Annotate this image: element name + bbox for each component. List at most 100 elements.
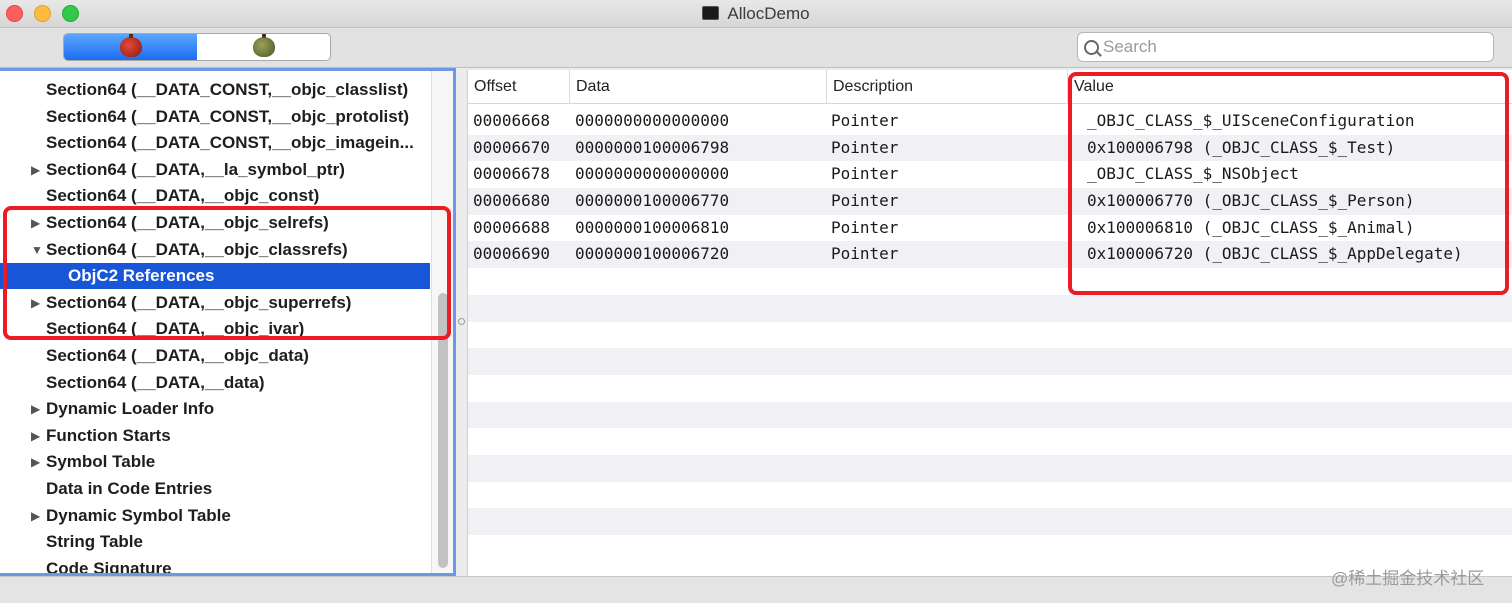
divider-handle-icon xyxy=(458,318,465,325)
outline-item[interactable]: Section64 (__DATA,__objc_data) xyxy=(0,343,430,369)
table-body: 00006668 0000000000000000 Pointer _OBJC_CLA… xyxy=(468,108,1512,562)
empty-table-row xyxy=(468,401,1512,429)
outline-item[interactable]: ▶ Dynamic Loader Info xyxy=(0,396,430,422)
column-header-value[interactable]: Value xyxy=(1067,70,1512,104)
outline-item[interactable]: Section64 (__DATA_CONST,__objc_classlist… xyxy=(0,77,430,103)
empty-table-row xyxy=(468,508,1512,535)
cell-description: Pointer xyxy=(831,111,899,130)
outline-item-label: Section64 (__DATA,__objc_selrefs) xyxy=(46,213,329,232)
table-row[interactable]: 00006688 0000000100006810 Pointer 0x1000068… xyxy=(468,215,1512,242)
cell-offset: 00006688 xyxy=(473,217,551,237)
outline-item[interactable]: Data in Code Entries xyxy=(0,476,430,502)
green-apple-icon xyxy=(252,34,275,57)
outline-item[interactable]: ▶ Section64 (__DATA,__la_symbol_ptr) xyxy=(0,157,430,183)
cell-description: Pointer xyxy=(831,191,899,211)
empty-table-row xyxy=(468,294,1512,322)
cell-data: 0000000100006770 xyxy=(575,191,730,211)
outline-item[interactable]: ▶ Section64 (__DATA,__objc_superrefs) xyxy=(0,290,430,316)
outline-panel: Section64 (__DATA_CONST,__objc_classlist… xyxy=(0,68,456,576)
empty-table-row xyxy=(468,454,1512,482)
column-header-data[interactable]: Data xyxy=(569,70,826,104)
outline-item-label: Section64 (__DATA_CONST,__objc_imagein..… xyxy=(46,133,414,153)
table-row[interactable]: 00006668 0000000000000000 Pointer _OBJC_CLA… xyxy=(468,108,1512,135)
outline-item-label: Symbol Table xyxy=(46,452,156,472)
outline-item-label: Section64 (__DATA,__objc_const) xyxy=(46,186,320,206)
empty-table-row xyxy=(468,322,1512,349)
cell-value: 0x100006798 (_OBJC_CLASS_$_Test) xyxy=(1087,137,1396,157)
toolbar xyxy=(0,28,1512,68)
window-title: AllocDemo xyxy=(727,4,810,23)
outline-item-label: Section64 (__DATA,__objc_data) xyxy=(46,346,309,365)
outline-item[interactable]: ▶ Dynamic Symbol Table xyxy=(0,503,430,529)
column-header-description[interactable]: Description xyxy=(826,70,1067,104)
outline-item-label: Section64 (__DATA,__la_symbol_ptr) xyxy=(46,159,345,179)
outline-item-label: Function Starts xyxy=(46,425,171,445)
column-header-offset[interactable]: Offset xyxy=(468,70,569,104)
cell-data: 0000000000000000 xyxy=(575,111,730,130)
table-row[interactable]: 00006690 0000000100006720 Pointer 0x1000067… xyxy=(468,241,1512,269)
disclosure-collapsed-icon[interactable]: ▶ xyxy=(31,455,40,469)
empty-table-row xyxy=(468,375,1512,402)
empty-table-row xyxy=(468,482,1512,509)
cell-data: 0000000100006798 xyxy=(575,137,730,157)
outline-item-label: Section64 (__DATA,__objc_classrefs) xyxy=(46,239,348,259)
segment-red-apple[interactable] xyxy=(64,34,197,60)
search-input[interactable] xyxy=(1103,37,1483,57)
mode-segmented-control xyxy=(63,33,331,61)
outline-item[interactable]: Section64 (__DATA,__objc_const) xyxy=(0,183,430,209)
outline-item-label: Section64 (__DATA,__data) xyxy=(46,372,265,392)
disclosure-collapsed-icon[interactable]: ▶ xyxy=(31,163,40,177)
outline-item[interactable]: String Table xyxy=(0,529,430,555)
outline-item[interactable]: Section64 (__DATA,__data) xyxy=(0,370,430,396)
terminal-app-icon xyxy=(702,6,720,20)
outline-item-label: Dynamic Loader Info xyxy=(46,399,215,419)
cell-offset: 00006670 xyxy=(473,137,551,157)
table-row[interactable]: 00006670 0000000100006798 Pointer 0x1000067… xyxy=(468,134,1512,162)
cell-description: Pointer xyxy=(831,217,899,237)
cell-offset: 00006678 xyxy=(473,164,551,184)
outline-item[interactable]: ▶ Function Starts xyxy=(0,423,430,449)
outline-item-label: Section64 (__DATA,__objc_superrefs) xyxy=(46,292,352,312)
outline-item[interactable]: ▼ Section64 (__DATA,__objc_classrefs) xyxy=(0,237,430,263)
cell-data: 0000000000000000 xyxy=(575,164,730,184)
cell-data: 0000000100006810 xyxy=(575,217,730,237)
outline-item[interactable]: Section64 (__DATA_CONST,__objc_protolist… xyxy=(0,104,430,130)
outline-item[interactable]: ObjC2 References xyxy=(0,263,430,290)
cell-value: _OBJC_CLASS_$_UISceneConfiguration xyxy=(1087,111,1415,130)
outline-item-label: Section64 (__DATA,__objc_ivar) xyxy=(46,319,305,339)
disclosure-collapsed-icon[interactable]: ▶ xyxy=(31,509,40,523)
empty-table-row xyxy=(468,428,1512,455)
disclosure-collapsed-icon[interactable]: ▶ xyxy=(31,216,40,230)
search-field[interactable] xyxy=(1077,32,1494,62)
outline-item-label: Section64 (__DATA_CONST,__objc_classlist… xyxy=(46,80,409,99)
empty-table-row xyxy=(468,535,1512,562)
disclosure-collapsed-icon[interactable]: ▶ xyxy=(31,402,40,416)
outline-item-label: Code Signature xyxy=(46,558,172,576)
outline-item[interactable]: ▶ Section64 (__DATA,__objc_selrefs) xyxy=(0,210,430,236)
outline-item-label: Dynamic Symbol Table xyxy=(46,505,231,525)
outline-item-label: ObjC2 References xyxy=(68,266,215,286)
disclosure-expanded-icon[interactable]: ▼ xyxy=(31,243,43,257)
cell-description: Pointer xyxy=(831,244,899,264)
segment-green-apple[interactable] xyxy=(197,34,330,60)
outline-item[interactable]: Section64 (__DATA,__objc_ivar) xyxy=(0,316,430,342)
cell-value: 0x100006810 (_OBJC_CLASS_$_Animal) xyxy=(1087,217,1415,237)
table-row[interactable]: 00006680 0000000100006770 Pointer 0x1000067… xyxy=(468,188,1512,215)
split-view-divider[interactable] xyxy=(456,68,467,576)
outline-item[interactable]: Section64 (__DATA_CONST,__objc_imagein..… xyxy=(0,130,430,156)
outline-item[interactable]: ▶ Symbol Table xyxy=(0,449,430,475)
disclosure-collapsed-icon[interactable]: ▶ xyxy=(31,429,40,443)
red-apple-icon xyxy=(119,34,142,57)
outline-scrollbar[interactable] xyxy=(431,71,453,573)
outline-scrollbar-thumb[interactable] xyxy=(438,293,448,568)
disclosure-collapsed-icon[interactable]: ▶ xyxy=(31,296,40,310)
cell-value: _OBJC_CLASS_$_NSObject xyxy=(1087,164,1299,184)
table-header: Offset Data Description Value xyxy=(468,70,1512,104)
search-icon xyxy=(1084,39,1099,55)
table-row[interactable]: 00006678 0000000000000000 Pointer _OBJC_CLA… xyxy=(468,161,1512,188)
outline-item[interactable]: Code Signature xyxy=(0,556,430,576)
cell-value: 0x100006720 (_OBJC_CLASS_$_AppDelegate) xyxy=(1087,244,1463,264)
detail-table: Offset Data Description Value 00006668 00… xyxy=(467,70,1512,576)
outline-item-label: Data in Code Entries xyxy=(46,479,213,498)
cell-value: 0x100006770 (_OBJC_CLASS_$_Person) xyxy=(1087,191,1415,211)
